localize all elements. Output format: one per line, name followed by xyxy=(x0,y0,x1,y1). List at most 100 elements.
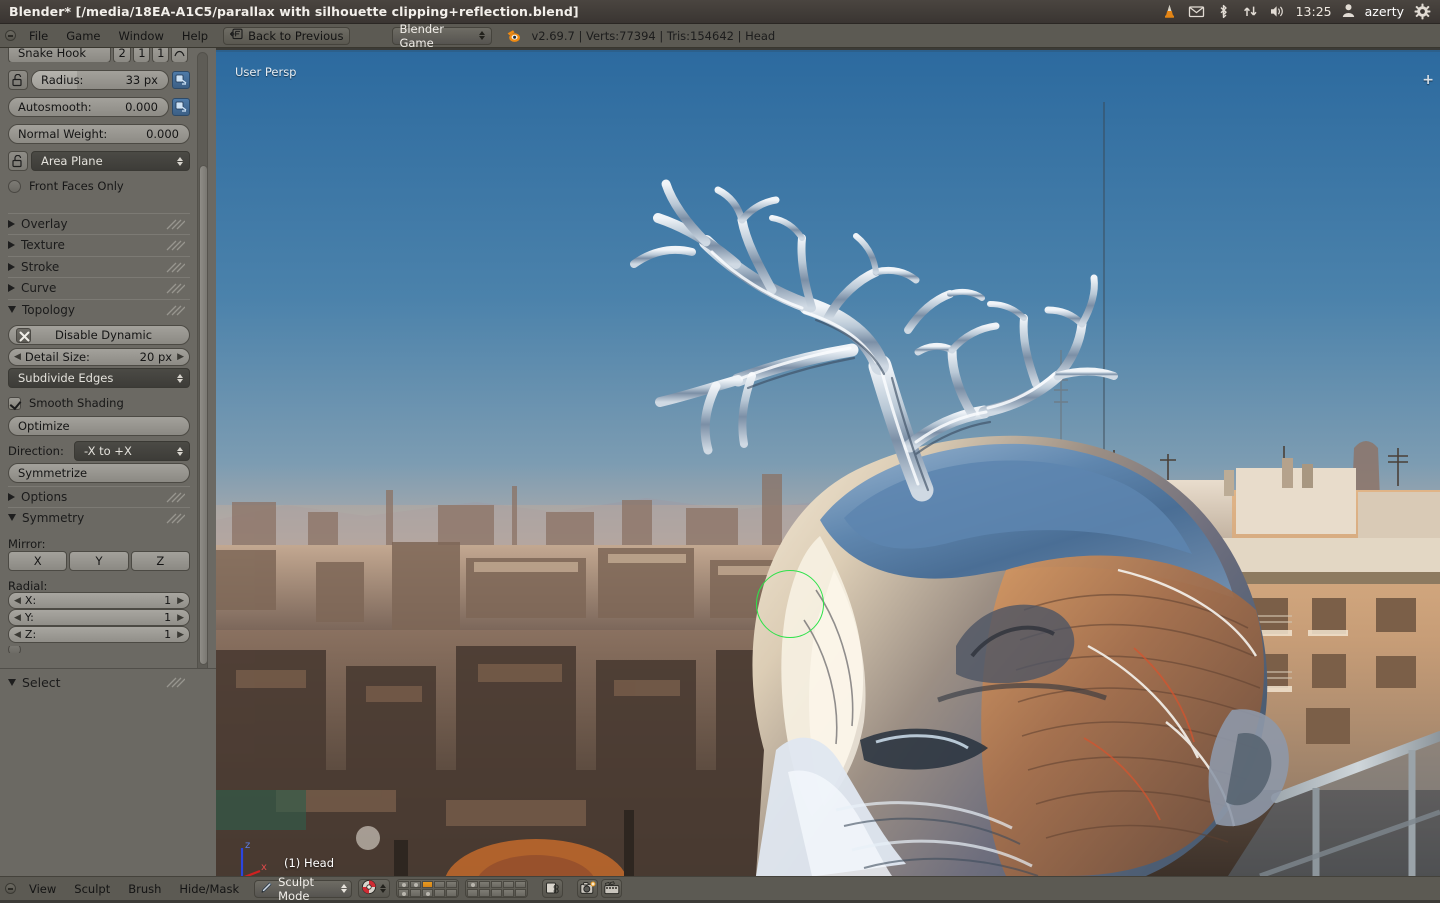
radius-row[interactable]: Radius: 33 px xyxy=(8,70,190,90)
bone-layers-icon[interactable] xyxy=(465,879,529,898)
layer-cell[interactable] xyxy=(515,880,527,888)
layer-cell[interactable] xyxy=(422,889,434,897)
radial-x-field[interactable]: ◀ X: 1 ▶ xyxy=(8,592,190,609)
manipulator-icon[interactable] xyxy=(542,879,564,898)
layer-cell[interactable] xyxy=(398,889,410,897)
brush-fake-user-button[interactable]: 1 xyxy=(152,48,170,62)
smooth-shading-row[interactable]: Smooth Shading xyxy=(8,396,124,410)
back-to-previous-button[interactable]: Back to Previous xyxy=(223,26,351,45)
layer-cell[interactable] xyxy=(491,880,503,888)
sculpt-plane-select[interactable]: Area Plane xyxy=(31,151,190,171)
radial-y-row[interactable]: ◀ Y: 1 ▶ xyxy=(8,609,190,626)
mirror-axes-row[interactable]: X Y Z xyxy=(8,551,190,571)
symmetrize-direction-row[interactable]: Direction: -X to +X xyxy=(8,441,190,461)
menu-game[interactable]: Game xyxy=(57,24,109,48)
panel-header-options[interactable]: Options xyxy=(8,486,190,506)
bluetooth-icon[interactable] xyxy=(1215,3,1232,20)
mirror-y-button[interactable]: Y xyxy=(69,551,129,571)
layer-cell[interactable] xyxy=(446,880,458,888)
radial-y-field[interactable]: ◀ Y: 1 ▶ xyxy=(8,609,190,626)
animate-property-icon[interactable] xyxy=(172,98,190,116)
panel-header-symmetry[interactable]: Symmetry xyxy=(8,507,190,527)
minimize-editor-icon[interactable] xyxy=(0,883,20,894)
tool-panel-scrollbar-track[interactable] xyxy=(197,52,208,742)
smooth-shading-checkbox[interactable] xyxy=(8,396,21,410)
detail-size-row[interactable]: ◀ Detail Size: 20 px ▶ xyxy=(8,348,190,366)
network-updown-icon[interactable] xyxy=(1242,3,1259,20)
normal-weight-row[interactable]: Normal Weight: 0.000 xyxy=(8,124,190,144)
menu-hide-mask[interactable]: Hide/Mask xyxy=(170,877,248,901)
front-faces-only-checkbox[interactable] xyxy=(8,179,21,193)
viewport-shading-select[interactable] xyxy=(358,879,391,898)
menu-sculpt[interactable]: Sculpt xyxy=(65,877,119,901)
brush-new-button[interactable]: 1 xyxy=(133,48,151,62)
symmetrize-direction-select[interactable]: -X to +X xyxy=(74,441,190,461)
volume-icon[interactable] xyxy=(1269,3,1286,20)
layer-cell[interactable] xyxy=(491,889,503,897)
interaction-mode-select[interactable]: Sculpt Mode xyxy=(254,875,353,903)
autosmooth-slider[interactable]: Autosmooth: 0.000 xyxy=(8,97,169,117)
tool-shelf-panel[interactable]: Snake Hook 2 1 1 Radius: 33 px Autosmoot… xyxy=(0,48,216,876)
user-name[interactable]: azerty xyxy=(1365,4,1404,19)
layer-cell[interactable] xyxy=(410,880,422,888)
layer-cell[interactable] xyxy=(467,880,479,888)
feather-checkbox-row-clipped[interactable] xyxy=(8,646,21,653)
radial-x-row[interactable]: ◀ X: 1 ▶ xyxy=(8,592,190,609)
panel-header-stroke[interactable]: Stroke xyxy=(8,256,190,276)
layer-cell[interactable] xyxy=(434,889,446,897)
viewport-3d[interactable]: User Persp + (1) Head z y x xyxy=(216,50,1440,876)
menu-brush[interactable]: Brush xyxy=(119,877,170,901)
menu-view[interactable]: View xyxy=(20,877,65,901)
disable-dynamic-button[interactable]: Disable Dynamic xyxy=(8,325,190,345)
unlock-icon[interactable] xyxy=(8,70,28,90)
panel-header-topology[interactable]: Topology xyxy=(8,299,190,319)
mirror-x-button[interactable]: X xyxy=(8,551,68,571)
layer-cell[interactable] xyxy=(503,889,515,897)
brush-select-row[interactable]: Snake Hook 2 1 1 xyxy=(8,48,188,62)
render-animation-icon[interactable] xyxy=(601,879,623,898)
render-camera-icon[interactable] xyxy=(577,879,599,898)
layer-cell-active[interactable] xyxy=(422,880,434,888)
optimize-button[interactable]: Optimize xyxy=(8,416,190,436)
layer-cell[interactable] xyxy=(398,880,410,888)
render-engine-select[interactable]: Blender Game xyxy=(392,22,493,50)
expand-region-icon[interactable]: + xyxy=(1422,72,1434,88)
normal-weight-slider[interactable]: Normal Weight: 0.000 xyxy=(8,124,190,144)
menu-help[interactable]: Help xyxy=(173,24,217,48)
scene-layers-icon[interactable] xyxy=(396,879,460,898)
panel-header-curve[interactable]: Curve xyxy=(8,277,190,297)
tool-panel-scrollbar-thumb[interactable] xyxy=(199,165,208,665)
autosmooth-row[interactable]: Autosmooth: 0.000 xyxy=(8,97,190,117)
detail-refine-method-row[interactable]: Subdivide Edges xyxy=(8,368,190,388)
menu-window[interactable]: Window xyxy=(110,24,173,48)
panel-header-overlay[interactable]: Overlay xyxy=(8,213,190,233)
disable-dynamic-row[interactable]: Disable Dynamic xyxy=(8,325,190,345)
system-clock[interactable]: 13:25 xyxy=(1296,4,1332,19)
layer-cell[interactable] xyxy=(479,880,491,888)
sculpt-plane-row[interactable]: Area Plane xyxy=(8,151,190,171)
detail-size-slider[interactable]: ◀ Detail Size: 20 px ▶ xyxy=(8,348,190,366)
menu-file[interactable]: File xyxy=(20,24,57,48)
front-faces-only-row[interactable]: Front Faces Only xyxy=(8,179,124,193)
feather-checkbox[interactable] xyxy=(8,646,21,653)
radial-z-field[interactable]: ◀ Z: 1 ▶ xyxy=(8,626,190,643)
brush-users-count[interactable]: 2 xyxy=(112,48,132,62)
layer-cell[interactable] xyxy=(503,880,515,888)
layer-cell[interactable] xyxy=(467,889,479,897)
radius-slider[interactable]: Radius: 33 px xyxy=(31,70,169,90)
brush-name-field[interactable]: Snake Hook xyxy=(8,48,111,62)
detail-refine-method-select[interactable]: Subdivide Edges xyxy=(8,368,190,388)
mail-icon[interactable] xyxy=(1188,3,1205,20)
panel-header-texture[interactable]: Texture xyxy=(8,234,190,254)
symmetrize-row[interactable]: Symmetrize xyxy=(8,463,190,483)
layer-cell[interactable] xyxy=(434,880,446,888)
gear-icon[interactable] xyxy=(1414,3,1431,20)
vlc-cone-icon[interactable] xyxy=(1161,3,1178,20)
optimize-row[interactable]: Optimize xyxy=(8,416,190,436)
animate-property-icon[interactable] xyxy=(172,71,190,89)
minimize-editor-icon[interactable] xyxy=(0,30,20,41)
panel-header-select[interactable]: Select xyxy=(8,669,190,695)
unlock-icon[interactable] xyxy=(8,151,28,171)
layer-cell[interactable] xyxy=(446,889,458,897)
radial-z-row[interactable]: ◀ Z: 1 ▶ xyxy=(8,626,190,643)
